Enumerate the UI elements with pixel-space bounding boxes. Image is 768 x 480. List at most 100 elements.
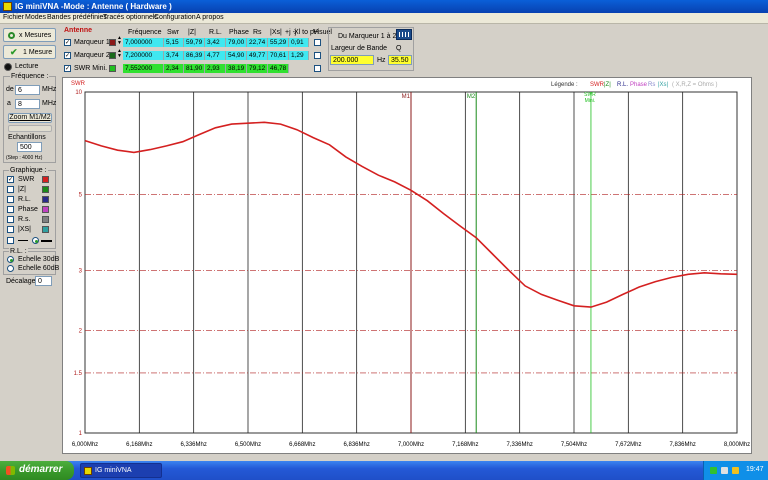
line-style-radio[interactable] — [32, 237, 39, 244]
xs-checkbox[interactable] — [7, 226, 14, 233]
y-tick-label: 2 — [79, 328, 83, 334]
chart-panel: 6,000Mhz 6,168Mhz 6,336Mhz 6,500Mhz 6,668Mhz… — [62, 77, 752, 454]
echantillons-label: Echantillons — [8, 134, 46, 141]
lecture-label[interactable]: Lecture — [15, 63, 38, 70]
taskbar-item-label: IG miniVNA — [95, 467, 132, 474]
du-marqueur-label: Du Marqueur 1 à 2 — [338, 33, 397, 40]
line-style-thick-icon — [41, 240, 52, 242]
freq-start-input[interactable]: 6 — [15, 85, 40, 95]
y-axis-title: SWR — [71, 81, 86, 87]
menu-bar: Fichier Modes Bandes prédéfinies Tracés … — [0, 13, 768, 24]
echelle-30-radio[interactable] — [7, 256, 14, 263]
col-frequence: Fréquence — [128, 29, 162, 36]
antenne-label: Antenne — [64, 27, 92, 34]
1-mesure-button[interactable]: ✔ 1 Mesure — [3, 45, 56, 59]
line-style-checkbox[interactable] — [7, 237, 14, 244]
rl-label: R.L. : — [9, 248, 28, 255]
de-label: de — [6, 86, 14, 93]
freq-stop-input[interactable]: 8 — [15, 99, 40, 109]
rl-color-swatch[interactable] — [42, 196, 49, 203]
phase-color-swatch[interactable] — [42, 206, 49, 213]
network-icon[interactable] — [710, 467, 717, 474]
checkmark-icon: ✔ — [10, 47, 18, 57]
rl-checkbox[interactable] — [7, 196, 14, 203]
system-tray: 19:47 — [703, 461, 768, 480]
app-icon — [3, 2, 12, 11]
x-tick-label: 7,336Mhz — [506, 442, 532, 448]
marqueur-2-checkbox[interactable]: ✓ — [64, 52, 71, 59]
marqueur-2-spinner-icon[interactable]: ▲ ▼ — [117, 49, 122, 59]
menu-modes[interactable]: Modes — [25, 14, 46, 21]
mhz-label-stop: MHz — [42, 100, 57, 107]
largeur-label: Largeur de Bande — [331, 45, 388, 52]
x-tick-label: 7,504Mhz — [561, 442, 587, 448]
taskbar-item-minivna[interactable]: IG miniVNA — [80, 463, 162, 478]
mhz-label-start: MHz — [42, 86, 57, 93]
menu-bandes-predefinies[interactable]: Bandes prédéfinies — [47, 14, 107, 21]
m2-z: 86,39 — [184, 51, 205, 60]
menu-traces-optionnels[interactable]: Tracés optionnels — [103, 14, 158, 21]
disabled-button — [8, 125, 52, 132]
calculator-icon[interactable] — [396, 29, 412, 40]
z-color-swatch[interactable] — [42, 186, 49, 193]
rs-graph-label: R.s. — [18, 216, 31, 223]
menu-fichier[interactable]: Fichier — [3, 14, 24, 21]
security-icon[interactable] — [732, 467, 739, 474]
zoom-m1m2-button[interactable]: Zoom M1/M2 — [8, 113, 52, 123]
echantillons-input[interactable]: 500 — [17, 142, 42, 152]
frequence-label: Fréquence : — [10, 73, 50, 80]
a-label: a — [7, 100, 11, 107]
phase-graph-label: Phase — [18, 206, 38, 213]
m1-xl-to-ph: 0,91 — [289, 38, 309, 47]
q-label: Q — [396, 45, 402, 52]
xs-color-swatch[interactable] — [42, 226, 49, 233]
marqueur-1-spinner-icon[interactable]: ▲ ▼ — [117, 36, 122, 46]
1-mesure-label: 1 Mesure — [23, 49, 53, 56]
start-label: démarrer — [19, 464, 63, 475]
swr-checkbox[interactable]: ✓ — [7, 176, 14, 183]
rs-color-swatch[interactable] — [42, 216, 49, 223]
largeur-value: 200.000 — [330, 55, 374, 65]
marqueur-1-checkbox[interactable]: ✓ — [64, 39, 71, 46]
q-value: 35.50 — [388, 55, 412, 65]
x-tick-label: 6,168Mhz — [126, 442, 152, 448]
x-tick-label: 8,000Mhz — [724, 442, 750, 448]
decalage-input[interactable]: 0 — [35, 276, 52, 286]
legend-item: |Z| — [604, 82, 611, 88]
marqueur-2-color[interactable] — [109, 52, 116, 59]
y-tick-label: 1.5 — [74, 371, 83, 377]
step-label: (Step : 4000 Hz) — [6, 155, 43, 161]
y-tick-label: 1 — [79, 431, 83, 437]
m2-visuel-checkbox[interactable] — [314, 52, 321, 59]
z-checkbox[interactable] — [7, 186, 14, 193]
m2-xl-to-ph: 1,29 — [289, 51, 309, 60]
swr-mini-color[interactable] — [109, 65, 116, 72]
volume-icon[interactable] — [721, 467, 728, 474]
windows-logo-icon — [6, 466, 15, 475]
m2-xs: 70,61 — [268, 51, 289, 60]
swr-chart: 6,000Mhz 6,168Mhz 6,336Mhz 6,500Mhz 6,668Mhz… — [71, 81, 750, 448]
echelle-60-radio[interactable] — [7, 265, 14, 272]
x-mesures-button[interactable]: x Mesures — [3, 28, 56, 42]
x-tick-label: 7,672Mhz — [615, 442, 641, 448]
col-swr: Swr — [167, 29, 180, 36]
menu-a-propos[interactable]: A propos — [196, 14, 224, 21]
swr-min-marker-label: Mini. — [585, 98, 596, 104]
x-tick-label: 6,500Mhz — [235, 442, 261, 448]
menu-configuration[interactable]: Configuration — [154, 14, 196, 21]
m1-visuel-checkbox[interactable] — [314, 39, 321, 46]
lecture-icon[interactable] — [4, 63, 12, 71]
swr-mini-checkbox[interactable]: ✓ — [64, 65, 71, 72]
swr-color-swatch[interactable] — [42, 176, 49, 183]
legend-item: Phase — [630, 82, 648, 88]
marqueur-1-color[interactable] — [109, 39, 116, 46]
graphique-label: Graphique : — [9, 167, 48, 174]
x-tick-label: 7,168Mhz — [452, 442, 478, 448]
echelle-30-label: Echelle 30dB — [18, 256, 60, 263]
phase-checkbox[interactable] — [7, 206, 14, 213]
swrmin-visuel-checkbox[interactable] — [314, 65, 321, 72]
start-button[interactable]: démarrer — [0, 461, 74, 480]
swrmin-phase: 38,19 — [226, 64, 247, 73]
rs-checkbox[interactable] — [7, 216, 14, 223]
m1-xs: 55,29 — [268, 38, 289, 47]
